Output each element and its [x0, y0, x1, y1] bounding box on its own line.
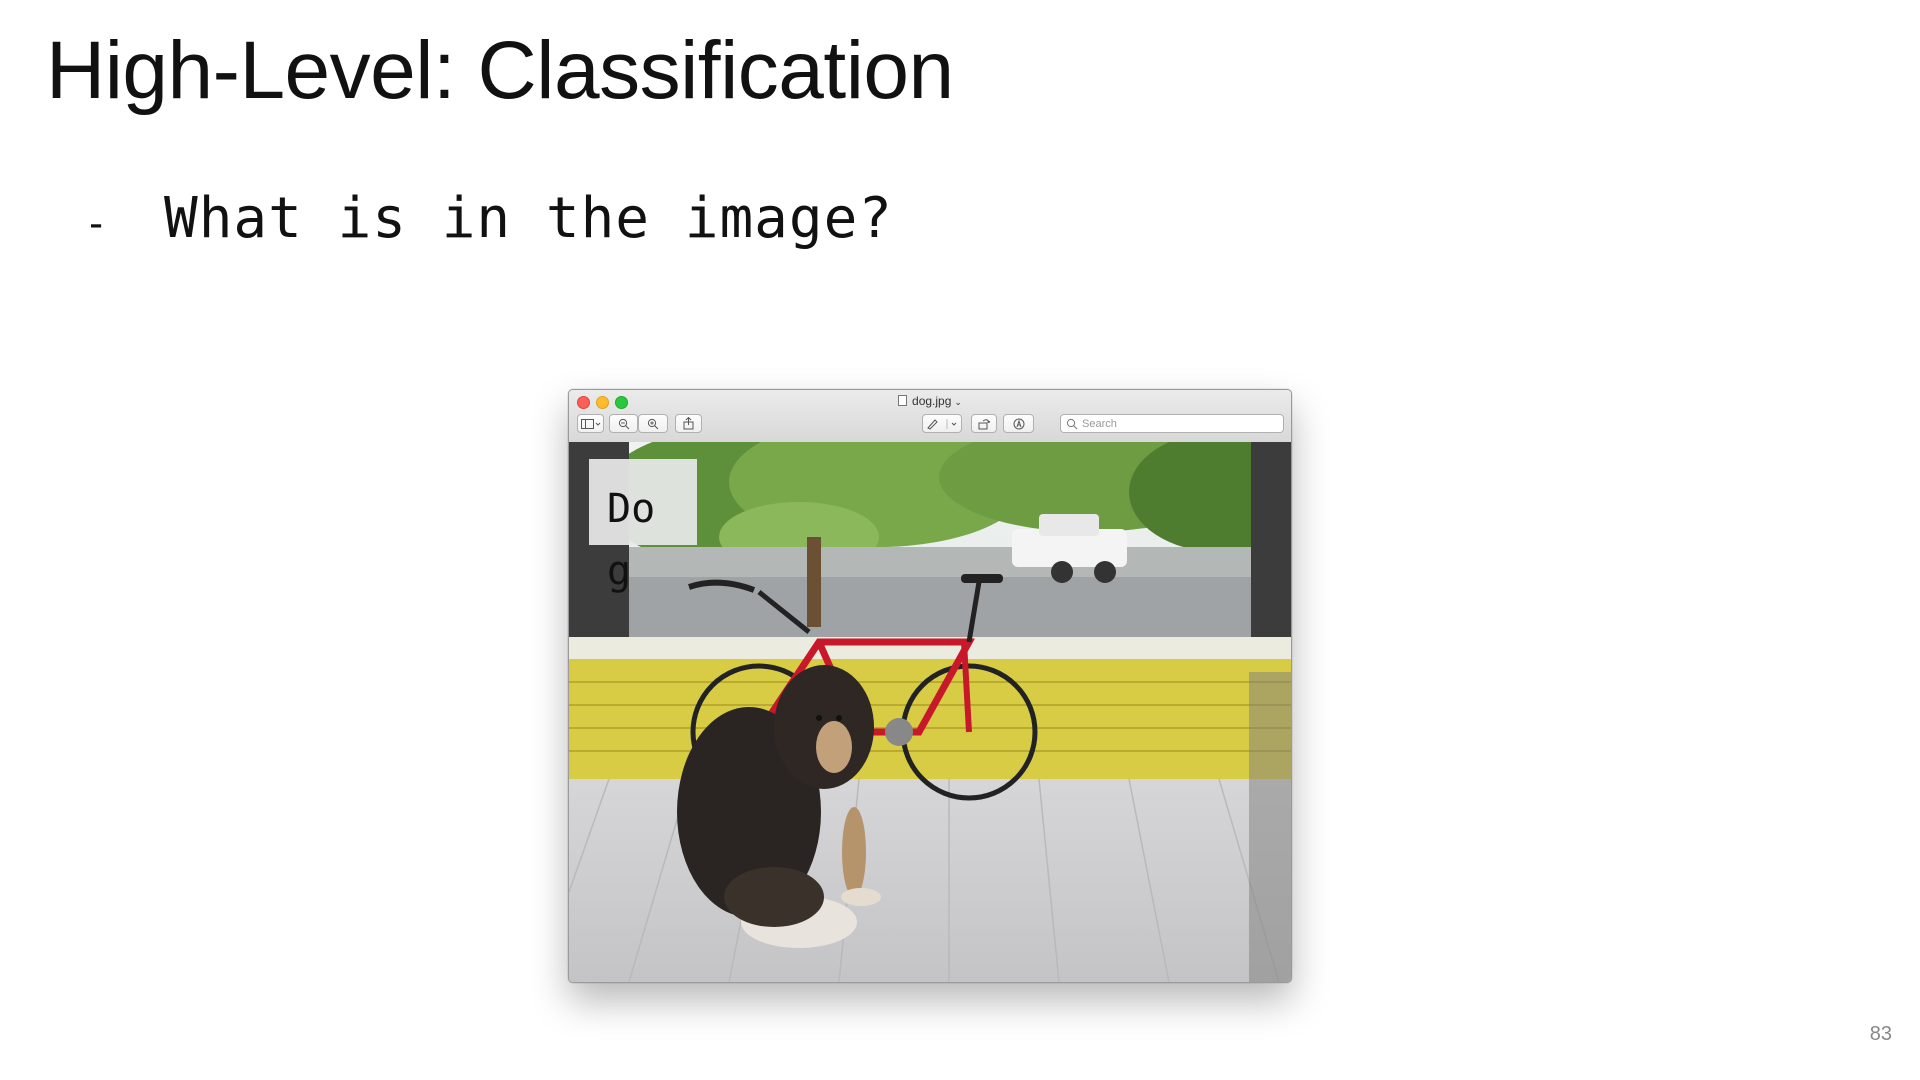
preview-window: dog.jpg ⌄ Search Dog [568, 389, 1292, 983]
annotate-button[interactable] [1003, 414, 1034, 433]
zoom-in-button[interactable] [638, 414, 668, 433]
share-button[interactable] [675, 414, 702, 433]
slide-title: High-Level: Classification [46, 25, 954, 116]
zoom-in-icon [647, 418, 659, 429]
search-placeholder: Search [1082, 417, 1117, 430]
bullet-marker: - [84, 201, 109, 247]
document-icon [898, 395, 908, 406]
markup-pen-icon [927, 418, 957, 430]
window-titlebar[interactable]: dog.jpg ⌄ Search [569, 390, 1291, 443]
bullet-text: What is in the image? [164, 186, 894, 251]
markup-button[interactable] [922, 414, 962, 433]
window-title[interactable]: dog.jpg ⌄ [569, 394, 1291, 408]
search-input[interactable]: Search [1060, 414, 1284, 433]
annotate-icon [1013, 418, 1024, 429]
sidebar-toggle-icon [580, 418, 600, 429]
share-icon [683, 417, 694, 430]
sidebar-toggle-button[interactable] [577, 414, 604, 433]
bullet-item: - What is in the image? [84, 186, 893, 251]
classification-label: Dog [607, 486, 656, 594]
zoom-out-icon [618, 418, 629, 429]
window-title-text: dog.jpg [912, 394, 952, 408]
rotate-button[interactable] [971, 414, 997, 433]
zoom-out-button[interactable] [609, 414, 638, 433]
page-number: 83 [1869, 1023, 1892, 1045]
chevron-down-icon: ⌄ [954, 397, 962, 407]
search-icon [1066, 418, 1078, 429]
rotate-icon [978, 418, 990, 429]
